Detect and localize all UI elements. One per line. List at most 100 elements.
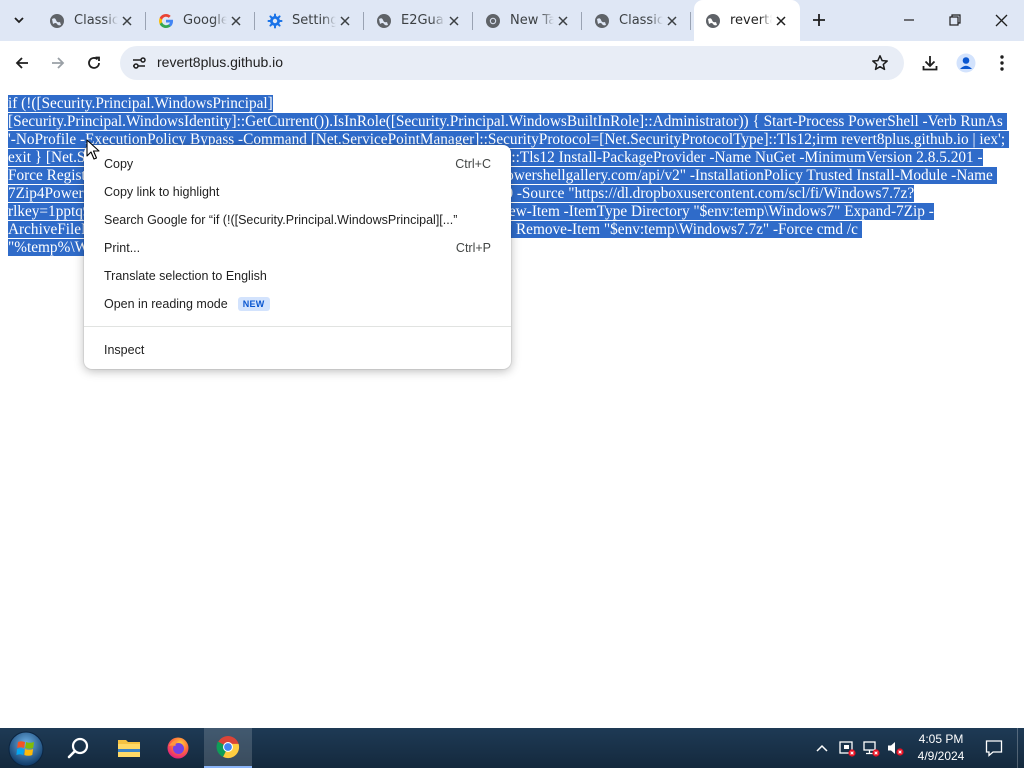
new-tab-button[interactable]: [807, 8, 831, 32]
bookmark-star-icon[interactable]: [870, 53, 890, 73]
menu-item-label: Copy link to highlight: [104, 185, 220, 199]
tab-search-button[interactable]: [6, 8, 32, 32]
reload-button[interactable]: [80, 49, 108, 77]
restore-button[interactable]: [932, 0, 978, 40]
close-icon: [995, 14, 1007, 26]
chevron-down-icon: [14, 17, 24, 24]
download-icon: [922, 56, 938, 71]
taskbar: 4:05 PM 4/9/2024: [0, 728, 1024, 768]
restore-icon: [949, 14, 961, 26]
back-button[interactable]: [8, 49, 36, 77]
tab-title: Settings: [292, 13, 336, 28]
google-icon: [158, 13, 174, 29]
menu-item-label: Inspect: [104, 343, 145, 357]
windows-orb-icon: [8, 731, 44, 767]
url-text: revert8plus.github.io: [157, 54, 284, 70]
menu-item-copy-link-to-highlight[interactable]: Copy link to highlight: [84, 178, 511, 206]
gear-icon: [267, 13, 283, 29]
tab-revert8plus[interactable]: revert8plus: [694, 0, 800, 41]
chrome-icon: [485, 13, 501, 29]
menu-item-inspect[interactable]: Inspect: [84, 336, 511, 364]
menu-item-copy[interactable]: Copy Ctrl+C: [84, 150, 511, 178]
menu-item-label: Open in reading mode: [104, 297, 228, 311]
tab-title: revert8plus: [730, 13, 772, 28]
close-icon[interactable]: [554, 12, 572, 30]
tab-strip: Classic Google Settings E2Guardian: [0, 0, 1024, 41]
tab-title: Google: [183, 13, 227, 28]
more-vertical-icon: [1000, 55, 1004, 71]
menu-item-reading-mode[interactable]: Open in reading mode NEW: [84, 290, 511, 318]
minimize-icon: [904, 19, 914, 21]
show-hidden-icons-button[interactable]: [812, 728, 832, 768]
minimize-button[interactable]: [886, 0, 932, 40]
browser-menu-button[interactable]: [988, 49, 1016, 77]
tab-classic-1[interactable]: Classic: [38, 0, 146, 41]
taskbar-firefox[interactable]: [154, 728, 202, 768]
close-icon[interactable]: [772, 12, 790, 30]
menu-item-shortcut: Ctrl+C: [455, 157, 491, 171]
tray-action-center-flag[interactable]: [836, 728, 858, 768]
reload-icon: [88, 56, 100, 69]
close-icon[interactable]: [445, 12, 463, 30]
address-bar[interactable]: revert8plus.github.io: [120, 46, 904, 80]
menu-item-label: Search Google for “if (!([Security.Princ…: [104, 213, 458, 227]
mouse-cursor-icon: [86, 139, 100, 160]
taskbar-search-button[interactable]: [54, 728, 102, 768]
tab-title: Classic: [619, 13, 663, 28]
avatar-icon: [956, 53, 976, 73]
taskbar-file-explorer[interactable]: [105, 728, 153, 768]
menu-item-search-google[interactable]: Search Google for “if (!([Security.Princ…: [84, 206, 511, 234]
new-badge: NEW: [237, 297, 270, 311]
tab-new-tab[interactable]: New Tab: [474, 0, 582, 41]
menu-item-label: Print...: [104, 241, 141, 255]
menu-item-label: Translate selection to English: [104, 269, 267, 283]
firefox-icon: [167, 737, 189, 759]
menu-item-label: Copy: [104, 157, 134, 171]
globe-icon: [376, 13, 392, 29]
flag-warning-icon: [839, 741, 856, 757]
menu-item-shortcut: Ctrl+P: [455, 241, 491, 255]
globe-icon: [705, 13, 721, 29]
menu-divider: [84, 326, 511, 327]
close-window-button[interactable]: [978, 0, 1024, 40]
tab-e2guardian[interactable]: E2Guardian: [365, 0, 473, 41]
close-icon[interactable]: [336, 12, 354, 30]
menu-item-print[interactable]: Print... Ctrl+P: [84, 234, 511, 262]
menu-item-translate[interactable]: Translate selection to English: [84, 262, 511, 290]
folder-icon: [118, 740, 140, 757]
downloads-button[interactable]: [916, 49, 944, 77]
clock-time: 4:05 PM: [918, 732, 964, 746]
close-icon[interactable]: [663, 12, 681, 30]
tab-title: E2Guardian: [401, 13, 445, 28]
system-clock[interactable]: 4:05 PM 4/9/2024: [905, 731, 977, 765]
tab-title: New Tab: [510, 13, 554, 28]
notifications-button[interactable]: [979, 728, 1009, 768]
plus-icon: [813, 14, 825, 26]
tray-volume[interactable]: [884, 728, 906, 768]
browser-toolbar: revert8plus.github.io: [0, 41, 1024, 85]
arrow-left-icon: [15, 57, 28, 69]
close-icon[interactable]: [118, 12, 136, 30]
tab-classic-2[interactable]: Classic: [583, 0, 691, 41]
taskbar-chrome[interactable]: [204, 728, 252, 768]
forward-button[interactable]: [44, 49, 72, 77]
show-desktop-button[interactable]: [1017, 728, 1024, 768]
chevron-up-icon: [816, 744, 828, 752]
chrome-icon: [216, 736, 240, 759]
network-icon: [863, 741, 880, 757]
globe-icon: [49, 13, 65, 29]
close-icon[interactable]: [227, 12, 245, 30]
profile-button[interactable]: [952, 49, 980, 77]
tray-network[interactable]: [860, 728, 882, 768]
clock-date: 4/9/2024: [917, 749, 965, 763]
tab-google[interactable]: Google: [147, 0, 255, 41]
search-icon: [67, 737, 89, 759]
site-info-icon[interactable]: [130, 54, 148, 72]
tab-settings[interactable]: Settings: [256, 0, 364, 41]
volume-muted-icon: [888, 742, 904, 756]
arrow-right-icon: [52, 57, 65, 69]
globe-icon: [594, 13, 610, 29]
tab-title: Classic: [74, 13, 118, 28]
start-button[interactable]: [6, 729, 46, 768]
context-menu: Copy Ctrl+C Copy link to highlight Searc…: [84, 145, 511, 369]
